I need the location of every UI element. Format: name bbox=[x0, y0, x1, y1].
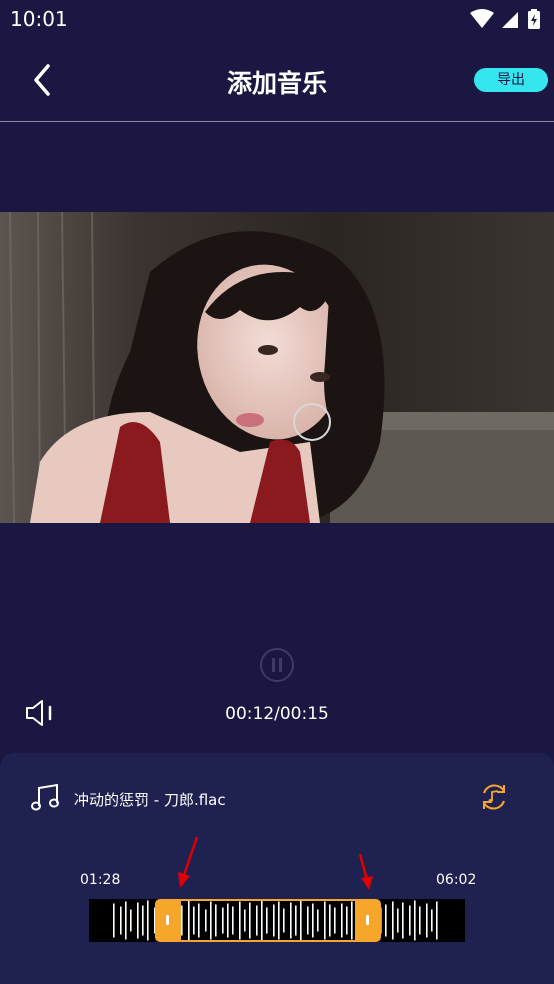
waveform-bar bbox=[419, 906, 421, 935]
waveform-bar bbox=[402, 902, 404, 939]
waveform-bar bbox=[142, 905, 144, 936]
music-note-icon bbox=[31, 783, 59, 811]
selection-top-edge bbox=[181, 899, 355, 901]
waveform-bar bbox=[409, 905, 411, 936]
waveform-bar bbox=[120, 906, 122, 935]
video-frame bbox=[0, 212, 554, 523]
pause-icon[interactable] bbox=[259, 647, 295, 683]
annotation-arrow-left-icon bbox=[178, 836, 199, 888]
waveform-bar bbox=[392, 901, 394, 940]
waveform-bar bbox=[436, 901, 438, 940]
waveform-bar bbox=[125, 901, 127, 940]
handle-grip bbox=[366, 915, 369, 925]
trim-handle-right[interactable] bbox=[355, 899, 381, 942]
page-title: 添加音乐 bbox=[226, 69, 327, 98]
waveform-bar bbox=[113, 903, 115, 938]
trim-selection[interactable] bbox=[155, 899, 381, 942]
waveform-bar bbox=[130, 909, 132, 932]
status-time: 10:01 bbox=[10, 7, 68, 31]
replace-music-icon[interactable] bbox=[478, 781, 510, 813]
music-panel: 冲动的惩罚 - 刀郎.flac 01:28 06:02 bbox=[0, 753, 554, 984]
waveform-bar bbox=[147, 900, 149, 941]
status-bar: 10:01 bbox=[0, 0, 554, 38]
waveform-bar bbox=[385, 904, 387, 937]
trim-start-time: 01:28 bbox=[80, 872, 121, 888]
annotation-arrow-right-icon bbox=[358, 853, 373, 890]
title-bar: 添加音乐 导出 bbox=[0, 38, 554, 122]
trim-end-time: 06:02 bbox=[436, 872, 477, 888]
signal-icon bbox=[502, 12, 518, 28]
waveform-bar bbox=[431, 909, 433, 932]
selection-bottom-edge bbox=[181, 940, 355, 942]
battery-icon bbox=[528, 9, 540, 29]
video-preview[interactable] bbox=[0, 212, 554, 523]
export-button[interactable]: 导出 bbox=[474, 68, 548, 92]
waveform-bar bbox=[397, 908, 399, 933]
wifi-icon bbox=[470, 9, 494, 28]
handle-grip bbox=[166, 915, 169, 925]
waveform-track[interactable] bbox=[89, 899, 465, 942]
track-name: 冲动的惩罚 - 刀郎.flac bbox=[74, 791, 226, 809]
waveform-bar bbox=[426, 903, 428, 938]
playback-time: 00:12/00:15 bbox=[225, 704, 329, 724]
status-icons bbox=[470, 9, 540, 29]
waveform-bar bbox=[137, 902, 139, 939]
trim-handle-left[interactable] bbox=[155, 899, 181, 942]
waveform-bar bbox=[414, 900, 416, 941]
